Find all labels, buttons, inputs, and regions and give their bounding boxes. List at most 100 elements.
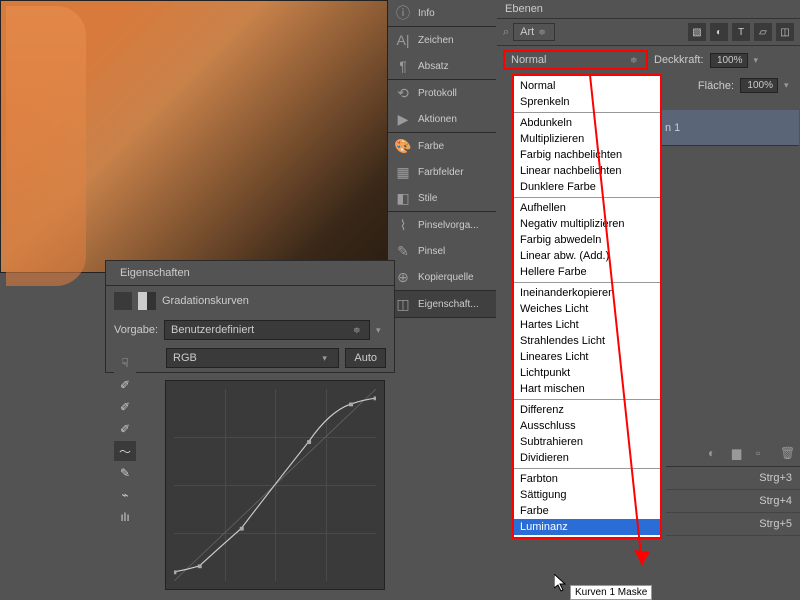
chevron-down-icon: ▾ <box>322 353 332 364</box>
cursor-icon <box>554 574 568 592</box>
blend-option[interactable]: Aufhellen <box>514 200 660 216</box>
menu-icon[interactable]: ▾ <box>376 325 386 336</box>
adjust-icon[interactable]: ◐ <box>708 446 722 460</box>
blend-option[interactable]: Linear abw. (Add.) <box>514 248 660 264</box>
curves-icon <box>114 292 132 310</box>
chevron-down-icon[interactable]: ▾ <box>784 80 794 91</box>
fill-input[interactable]: 100% <box>740 78 778 93</box>
blend-mode-dropdown[interactable]: NormalSprenkeln AbdunkelnMultiplizierenF… <box>512 74 662 539</box>
panel-pinsel[interactable]: ✎ Pinsel <box>388 238 496 264</box>
chevron-down-icon[interactable]: ▾ <box>754 55 764 66</box>
preset-label: Vorgabe: <box>114 324 158 336</box>
canvas-preview[interactable] <box>0 0 388 273</box>
blend-option[interactable]: Hartes Licht <box>514 317 660 333</box>
filter-shape-icon[interactable]: ▱ <box>754 23 772 41</box>
blend-option[interactable]: Linear nachbelichten <box>514 163 660 179</box>
blend-option[interactable]: Weiches Licht <box>514 301 660 317</box>
properties-title: Gradationskurven <box>162 295 249 307</box>
layer-row[interactable]: n 1 <box>659 110 799 146</box>
panel-aktionen[interactable]: ▶Aktionen <box>388 106 496 132</box>
curve-path[interactable] <box>174 389 376 581</box>
curve-smooth-tool[interactable]: ⌁ <box>114 485 136 505</box>
curve-point-tool[interactable]: 〜 <box>114 441 136 461</box>
blend-option[interactable]: Hellere Farbe <box>514 264 660 280</box>
shortcut-key: Strg+4 <box>759 495 792 507</box>
panel-info[interactable]: ⓘInfo <box>388 0 496 26</box>
blend-option[interactable]: Strahlendes Licht <box>514 333 660 349</box>
blend-option[interactable]: Normal <box>514 78 660 94</box>
filter-select[interactable]: Art ≑ <box>513 23 555 41</box>
panel-absatz[interactable]: ¶Absatz <box>388 53 496 79</box>
histogram-tool[interactable]: ılı <box>114 507 136 527</box>
blend-option[interactable]: Negativ multiplizieren <box>514 216 660 232</box>
blend-option[interactable]: Ineinanderkopieren <box>514 285 660 301</box>
blend-option[interactable]: Multiplizieren <box>514 131 660 147</box>
blend-option[interactable]: Hart mischen <box>514 381 660 397</box>
blend-option[interactable]: Dividieren <box>514 450 660 466</box>
eyedropper-black-tool[interactable]: ✐ <box>114 375 136 395</box>
panel-zeichen[interactable]: A|Zeichen <box>388 27 496 53</box>
blend-option[interactable]: Lineares Licht <box>514 349 660 365</box>
auto-label: Auto <box>354 352 377 364</box>
blend-option[interactable]: Lichtpunkt <box>514 365 660 381</box>
panel-stile[interactable]: ◧Stile <box>388 185 496 211</box>
blend-option[interactable]: Subtrahieren <box>514 434 660 450</box>
filter-image-icon[interactable]: ▧ <box>688 23 706 41</box>
filter-smart-icon[interactable]: ◫ <box>776 23 794 41</box>
auto-button[interactable]: Auto <box>345 348 386 368</box>
chevron-down-icon: ≑ <box>538 27 548 38</box>
properties-tab[interactable]: Eigenschaften <box>106 261 394 286</box>
shortcut-row[interactable]: Strg+5 <box>666 513 800 536</box>
eyedropper-gray-tool[interactable]: ✐ <box>114 397 136 417</box>
properties-panel: Eigenschaften Gradationskurven Vorgabe: … <box>105 260 395 373</box>
filter-adjust-icon[interactable]: ◐ <box>710 23 728 41</box>
blend-option[interactable]: Abdunkeln <box>514 115 660 131</box>
blend-option[interactable]: Ausschluss <box>514 418 660 434</box>
preset-select[interactable]: Benutzerdefiniert≑ <box>164 320 370 340</box>
filter-type-icon[interactable]: T <box>732 23 750 41</box>
new-icon[interactable]: ▫ <box>756 446 770 460</box>
target-adjust-tool[interactable]: ☟ <box>114 353 136 373</box>
shortcut-row[interactable]: Strg+4 <box>666 490 800 513</box>
curves-graph[interactable] <box>165 380 385 590</box>
channel-select[interactable]: RGB▾ <box>166 348 339 368</box>
brush-presets-icon: ⌇ <box>394 217 412 233</box>
filter-value: Art <box>520 26 534 38</box>
play-icon: ▶ <box>394 111 412 127</box>
panel-label: Pinsel <box>418 246 445 257</box>
panel-pinselvorgaben[interactable]: ⌇Pinselvorga... <box>388 212 496 238</box>
panel-farbfelder[interactable]: ▦Farbfelder <box>388 159 496 185</box>
blend-option[interactable]: Farbe <box>514 503 660 519</box>
opacity-label: Deckkraft: <box>654 54 704 66</box>
blend-option[interactable]: Sprenkeln <box>514 94 660 110</box>
blend-option[interactable]: Farbig nachbelichten <box>514 147 660 163</box>
tab-label: Eigenschaften <box>114 265 196 281</box>
blend-option[interactable]: Farbig abwedeln <box>514 232 660 248</box>
blend-option-luminanz[interactable]: Luminanz <box>514 519 660 535</box>
history-icon: ⟲ <box>394 85 412 101</box>
properties-icon: ◫ <box>394 296 412 312</box>
layer-name: n 1 <box>665 122 680 134</box>
panel-farbe[interactable]: 🎨Farbe <box>388 133 496 159</box>
opacity-input[interactable]: 100% <box>710 53 748 68</box>
palette-icon: 🎨 <box>394 138 412 154</box>
eyedropper-white-tool[interactable]: ✐ <box>114 419 136 439</box>
folder-icon[interactable]: ▆ <box>732 446 746 460</box>
blend-option[interactable]: Sättigung <box>514 487 660 503</box>
panel-label: Protokoll <box>418 88 457 99</box>
blend-option[interactable]: Farbton <box>514 471 660 487</box>
trash-icon[interactable]: 🗑 <box>780 446 794 460</box>
shortcut-row[interactable]: Strg+3 <box>666 467 800 490</box>
brush-icon: ✎ <box>394 243 412 259</box>
panel-protokoll[interactable]: ⟲ Protokoll <box>388 80 496 106</box>
panel-kopierquelle[interactable]: ⊕Kopierquelle <box>388 264 496 290</box>
layers-tab[interactable]: Ebenen <box>497 0 800 19</box>
blend-option[interactable]: Differenz <box>514 402 660 418</box>
panel-label: Farbfelder <box>418 167 464 178</box>
styles-icon: ◧ <box>394 190 412 206</box>
blend-mode-select[interactable]: Normal≑ <box>503 50 648 70</box>
blend-option[interactable]: Dunklere Farbe <box>514 179 660 195</box>
blend-value: Normal <box>511 54 546 66</box>
curve-draw-tool[interactable]: ✎ <box>114 463 136 483</box>
panel-eigenschaften[interactable]: ◫Eigenschaft... <box>388 291 496 317</box>
